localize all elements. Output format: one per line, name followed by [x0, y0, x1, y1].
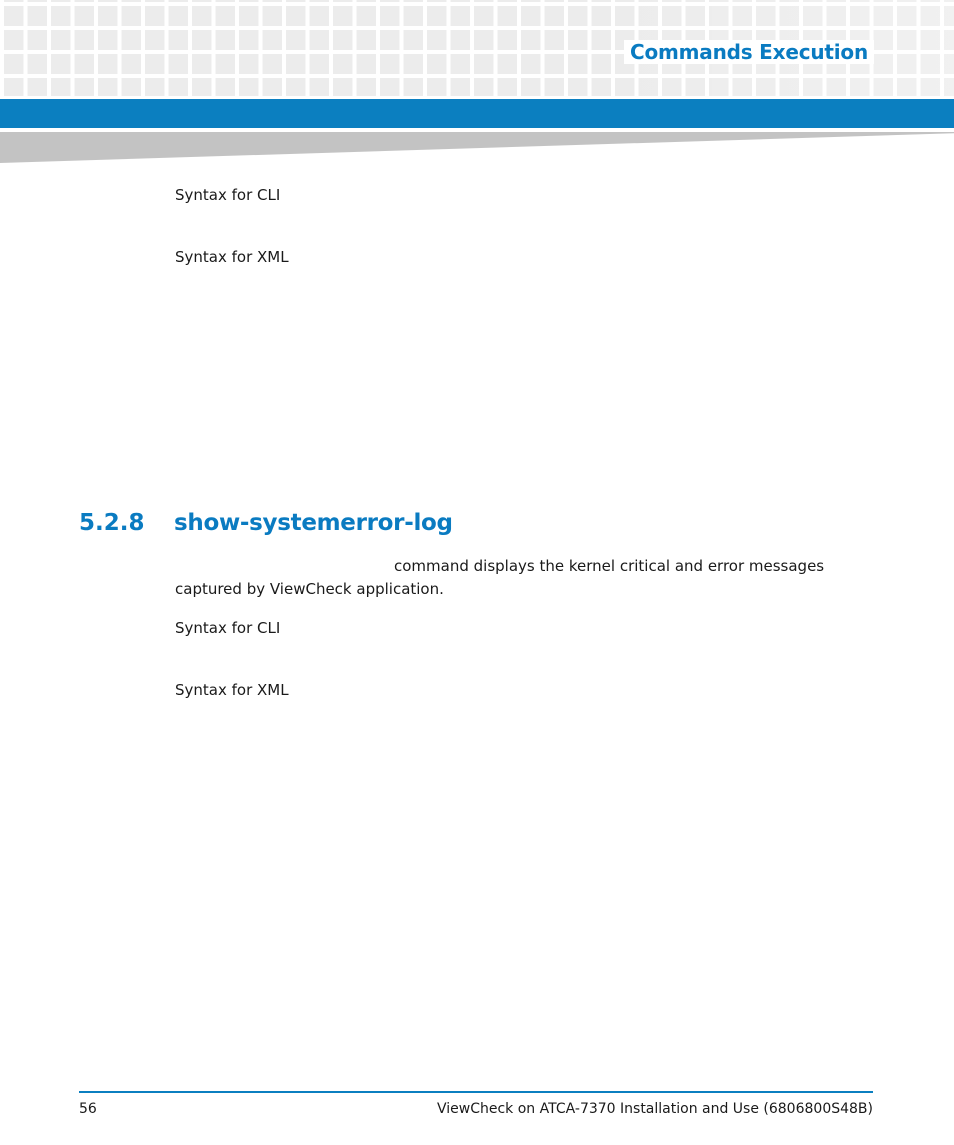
syntax-xml-label: Syntax for XML [175, 681, 289, 699]
section-description-line1: command displays the kernel critical and… [394, 557, 825, 575]
footer-rule [79, 1091, 873, 1093]
section-description-line2: captured by ViewCheck application. [175, 580, 444, 598]
syntax-cli-label-top: Syntax for CLI [175, 186, 281, 204]
section-number: 5.2.8 [79, 510, 145, 536]
header-blue-bar [0, 99, 954, 128]
syntax-xml-label-top: Syntax for XML [175, 248, 289, 266]
chapter-header-title: Commands Execution [623, 40, 874, 64]
header-gray-wedge [0, 132, 954, 163]
footer-document-title: ViewCheck on ATCA-7370 Installation and … [437, 1101, 873, 1117]
section-title: show-systemerror-log [174, 510, 453, 536]
syntax-cli-label: Syntax for CLI [175, 619, 281, 637]
footer-page-number: 56 [79, 1101, 97, 1117]
